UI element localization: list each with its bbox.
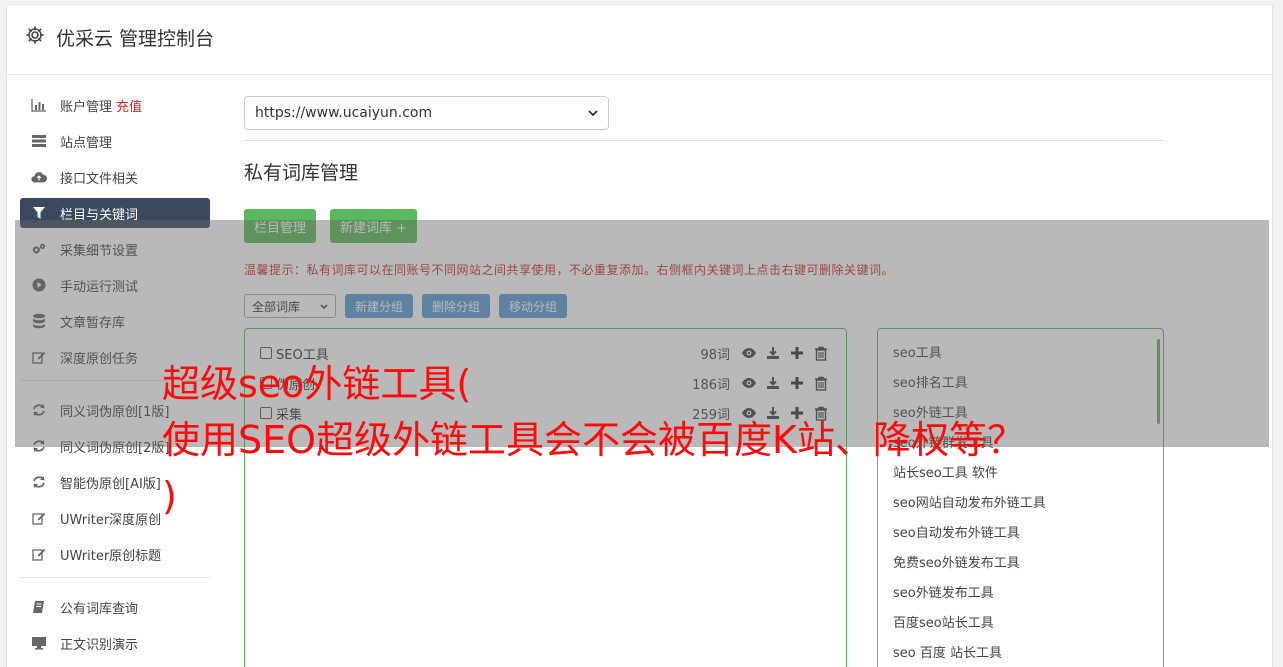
sidebar-item-uwriter-title[interactable]: UWriter原创标题 bbox=[20, 539, 210, 569]
server-icon bbox=[31, 133, 47, 149]
sidebar-item-label: 公有词库查询 bbox=[60, 601, 139, 617]
sidebar-item-label: UWriter原创标题 bbox=[60, 548, 162, 564]
app-title: 优采云 管理控制台 bbox=[56, 28, 215, 50]
keyword-item[interactable]: seo外链发布工具 bbox=[893, 583, 1046, 613]
header: 优采云 管理控制台 bbox=[7, 5, 1272, 75]
filter-icon bbox=[31, 205, 47, 221]
gear-icon[interactable] bbox=[25, 25, 45, 45]
sidebar-item-label: 接口文件相关 bbox=[60, 171, 139, 187]
recharge-link[interactable]: 充值 bbox=[116, 96, 142, 115]
divider bbox=[244, 140, 1164, 141]
edit-icon bbox=[31, 510, 47, 526]
page-title: 私有词库管理 bbox=[244, 162, 359, 184]
site-select[interactable]: https://www.ucaiyun.com bbox=[244, 96, 609, 130]
book-icon bbox=[31, 599, 47, 615]
sidebar-item-public-library[interactable]: 公有词库查询 bbox=[20, 592, 210, 622]
sidebar-item-text-recognition[interactable]: 正文识别演示 bbox=[20, 628, 210, 658]
keyword-item[interactable]: 百度seo站长工具 bbox=[893, 613, 1046, 643]
edit-icon bbox=[31, 546, 47, 562]
keyword-item[interactable]: seo 百度 站长工具 bbox=[893, 643, 1046, 667]
overlay-line: 超级seo外链工具( bbox=[162, 362, 472, 406]
chevron-down-icon bbox=[588, 105, 598, 121]
overlay-line: ) bbox=[162, 474, 177, 518]
keyword-item[interactable]: seo自动发布外链工具 bbox=[893, 523, 1046, 553]
sidebar-item-label: 正文识别演示 bbox=[60, 637, 139, 653]
overlay-line: 使用SEO超级外链工具会不会被百度K站、降权等？ bbox=[162, 418, 1025, 462]
sidebar-item-interface-files[interactable]: 接口文件相关 bbox=[20, 162, 210, 192]
bar-chart-icon bbox=[31, 97, 47, 113]
sidebar-item-label: 智能伪原创[AI版] bbox=[60, 476, 161, 492]
keyword-item[interactable]: 免费seo外链发布工具 bbox=[893, 553, 1046, 583]
site-select-value: https://www.ucaiyun.com bbox=[255, 105, 433, 121]
refresh-icon bbox=[31, 474, 47, 490]
overlay-caption: 超级seo外链工具( 使用SEO超级外链工具会不会被百度K站、降权等？ ) bbox=[162, 356, 1025, 524]
cloud-upload-icon bbox=[31, 169, 47, 185]
sidebar-item-account[interactable]: 账户管理 充值 bbox=[20, 90, 210, 120]
sidebar-item-sites[interactable]: 站点管理 bbox=[20, 126, 210, 156]
monitor-icon bbox=[31, 635, 47, 651]
sidebar-item-label: UWriter深度原创 bbox=[60, 512, 162, 528]
sidebar-item-label: 账户管理 bbox=[60, 99, 113, 115]
divider bbox=[20, 577, 210, 578]
sidebar-item-label: 站点管理 bbox=[60, 135, 113, 151]
